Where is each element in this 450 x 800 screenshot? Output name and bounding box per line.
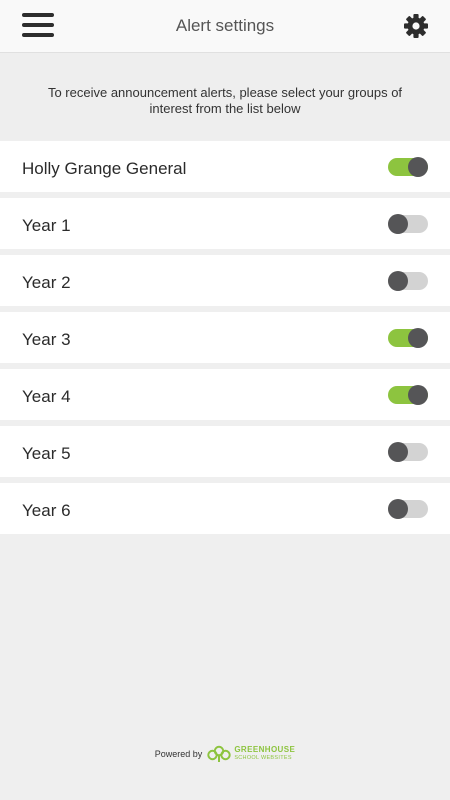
alert-toggle[interactable] bbox=[388, 271, 428, 291]
greenhouse-logo-icon bbox=[207, 745, 232, 762]
group-row[interactable]: Year 3 bbox=[0, 312, 450, 363]
alert-toggle[interactable] bbox=[388, 385, 428, 405]
group-list: Holly Grange General Year 1 Year 2 Year 3 Ye… bbox=[0, 141, 450, 540]
group-label: Holly Grange General bbox=[22, 159, 187, 178]
alert-toggle[interactable] bbox=[388, 499, 428, 519]
group-row[interactable]: Year 6 bbox=[0, 483, 450, 534]
toggle-knob bbox=[408, 328, 428, 348]
powered-by-text: Powered by bbox=[154, 749, 203, 759]
toggle-knob bbox=[388, 499, 408, 519]
group-label: Year 2 bbox=[22, 273, 71, 292]
group-label: Year 1 bbox=[22, 216, 71, 235]
toggle-knob bbox=[388, 442, 408, 462]
group-row[interactable]: Holly Grange General bbox=[0, 141, 450, 192]
brand-name: GREENHOUSE bbox=[234, 745, 296, 754]
toggle-knob bbox=[408, 385, 428, 405]
alert-toggle[interactable] bbox=[388, 214, 428, 234]
alert-toggle[interactable] bbox=[388, 442, 428, 462]
group-row[interactable]: Year 5 bbox=[0, 426, 450, 477]
brand-subtitle: SCHOOL WEBSITES bbox=[234, 755, 292, 761]
group-label: Year 4 bbox=[22, 387, 71, 406]
toggle-knob bbox=[388, 214, 408, 234]
alert-toggle[interactable] bbox=[388, 328, 428, 348]
intro-text: To receive announcement alerts, please s… bbox=[47, 85, 403, 116]
toggle-knob bbox=[388, 271, 408, 291]
group-row[interactable]: Year 2 bbox=[0, 255, 450, 306]
group-row[interactable]: Year 1 bbox=[0, 198, 450, 249]
footer: Powered by GREENHOUSE SCHOOL WEBSITES bbox=[0, 744, 450, 768]
intro-section: To receive announcement alerts, please s… bbox=[0, 53, 450, 140]
alert-toggle[interactable] bbox=[388, 157, 428, 177]
toggle-knob bbox=[408, 157, 428, 177]
brand-text: GREENHOUSE SCHOOL WEBSITES bbox=[234, 745, 295, 763]
group-label: Year 6 bbox=[22, 501, 71, 520]
group-label: Year 3 bbox=[22, 330, 71, 349]
group-label: Year 5 bbox=[22, 444, 71, 463]
group-row[interactable]: Year 4 bbox=[0, 369, 450, 420]
page-title: Alert settings bbox=[175, 16, 275, 35]
powered-by-link[interactable]: Powered by GREENHOUSE SCHOOL WEBSITES bbox=[155, 745, 295, 763]
app-header: Alert settings bbox=[0, 0, 450, 53]
gear-icon[interactable] bbox=[402, 12, 430, 40]
